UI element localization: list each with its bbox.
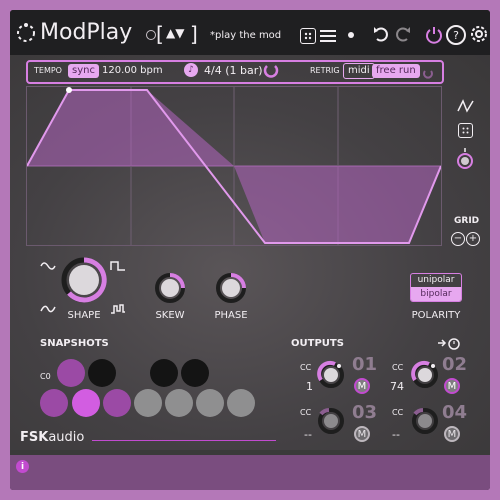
- preset-bracket-left: [: [156, 22, 164, 46]
- help-icon[interactable]: ?: [446, 25, 466, 45]
- shape-knob[interactable]: [59, 255, 109, 305]
- retrig-midi-button[interactable]: midi: [343, 63, 375, 79]
- polarity-label: POLARITY: [411, 310, 461, 321]
- preset-prev-next-button[interactable]: ▲▼: [166, 26, 184, 40]
- phase-knob[interactable]: [214, 271, 248, 305]
- grid-minus-button[interactable]: −: [451, 232, 465, 246]
- retrig-label: RETRIG: [310, 66, 340, 75]
- output-04-cc-value[interactable]: --: [392, 428, 400, 441]
- sine-wave-icon[interactable]: [40, 257, 56, 270]
- settings-gear-icon[interactable]: [469, 24, 489, 44]
- company-logo: FSKaudio: [20, 426, 84, 445]
- snapshot-slot[interactable]: [40, 389, 68, 417]
- output-01-m-button[interactable]: M: [354, 378, 370, 394]
- retrig-free-run-button[interactable]: free run: [372, 64, 420, 78]
- output-01-number: 01: [352, 354, 378, 375]
- plugin-window: ModPlay [ ▲▼ ] *play the mod ? TEMPO syn…: [10, 10, 490, 490]
- output-02-cc-label: CC: [392, 363, 404, 372]
- snapshots-label: SNAPSHOTS: [40, 338, 109, 349]
- undo-icon[interactable]: [372, 25, 390, 43]
- info-icon[interactable]: i: [16, 460, 29, 473]
- output-04-number: 04: [442, 402, 468, 423]
- preset-bracket-right: ]: [190, 22, 198, 46]
- shape-label: SHAPE: [67, 310, 101, 321]
- stepped-wave-icon[interactable]: [110, 300, 126, 314]
- amount-knob[interactable]: [455, 148, 475, 170]
- output-02-number: 02: [442, 354, 468, 375]
- skew-knob[interactable]: [153, 271, 187, 305]
- output-01-cc-value[interactable]: 1: [306, 380, 313, 393]
- output-03-number: 03: [352, 402, 378, 423]
- output-04-m-button[interactable]: M: [444, 426, 460, 442]
- menu-icon[interactable]: [320, 28, 336, 42]
- polarity-bipolar-option[interactable]: bipolar: [411, 287, 461, 301]
- outputs-label: OUTPUTS: [291, 338, 344, 349]
- midi-activity-dot: [348, 32, 354, 38]
- company-logo-bold: FSK: [20, 430, 49, 445]
- output-03-m-button[interactable]: M: [354, 426, 370, 442]
- loop-icon[interactable]: [263, 62, 279, 78]
- tempo-label: TEMPO: [34, 66, 62, 75]
- snapshot-slot[interactable]: [134, 389, 162, 417]
- preset-name[interactable]: *play the mod: [210, 30, 281, 41]
- randomize-dice-icon[interactable]: [458, 123, 473, 138]
- output-03-cc-value[interactable]: --: [304, 428, 312, 441]
- retrig-reset-icon[interactable]: [422, 65, 434, 79]
- output-02-m-button[interactable]: M: [444, 378, 460, 394]
- output-02-knob[interactable]: [410, 360, 440, 390]
- output-02-cc-value[interactable]: 74: [390, 380, 404, 393]
- output-03-knob[interactable]: [316, 406, 346, 436]
- square-wave-icon[interactable]: [110, 257, 126, 271]
- snapshot-slot[interactable]: [150, 359, 178, 387]
- snapshot-slot[interactable]: [57, 359, 85, 387]
- snapshot-slot[interactable]: [88, 359, 116, 387]
- waveform-editor[interactable]: [26, 86, 442, 246]
- snapshot-slot[interactable]: [103, 389, 131, 417]
- wave-shape-icon[interactable]: [457, 98, 475, 113]
- polarity-unipolar-option[interactable]: unipolar: [411, 274, 461, 287]
- time-signature[interactable]: 4/4 (1 bar): [204, 64, 263, 77]
- output-03-cc-label: CC: [300, 408, 312, 417]
- bpm-value[interactable]: 120.00 bpm: [102, 65, 163, 76]
- snapshot-slot[interactable]: [227, 389, 255, 417]
- logo-icon: [15, 22, 37, 44]
- footer-divider: [92, 440, 276, 441]
- snapshot-slot[interactable]: [72, 389, 100, 417]
- output-04-cc-label: CC: [392, 408, 404, 417]
- output-04-knob[interactable]: [410, 406, 440, 436]
- smooth-wave-icon[interactable]: [40, 300, 56, 313]
- snapshot-row-label: C0: [40, 372, 51, 381]
- company-logo-text: audio: [48, 430, 85, 445]
- brand-name: ModPlay: [40, 20, 133, 45]
- snapshot-slot[interactable]: [165, 389, 193, 417]
- grid-plus-button[interactable]: +: [466, 232, 480, 246]
- phase-label: PHASE: [214, 310, 248, 321]
- polarity-switch: unipolar bipolar: [410, 273, 462, 302]
- redo-icon[interactable]: [394, 25, 412, 43]
- power-icon[interactable]: [424, 25, 444, 45]
- note-icon[interactable]: ♪: [184, 63, 198, 77]
- preset-status-dot: [146, 30, 156, 40]
- dice-icon[interactable]: [300, 28, 316, 44]
- output-01-cc-label: CC: [300, 363, 312, 372]
- snapshot-slot[interactable]: [196, 389, 224, 417]
- status-bar: [10, 455, 490, 490]
- grid-label: GRID: [454, 216, 480, 226]
- output-01-knob[interactable]: [316, 360, 346, 390]
- sync-button[interactable]: sync: [68, 64, 99, 78]
- snapshot-slot[interactable]: [181, 359, 209, 387]
- alarm-clock-icon[interactable]: [438, 335, 462, 351]
- skew-label: SKEW: [155, 310, 185, 321]
